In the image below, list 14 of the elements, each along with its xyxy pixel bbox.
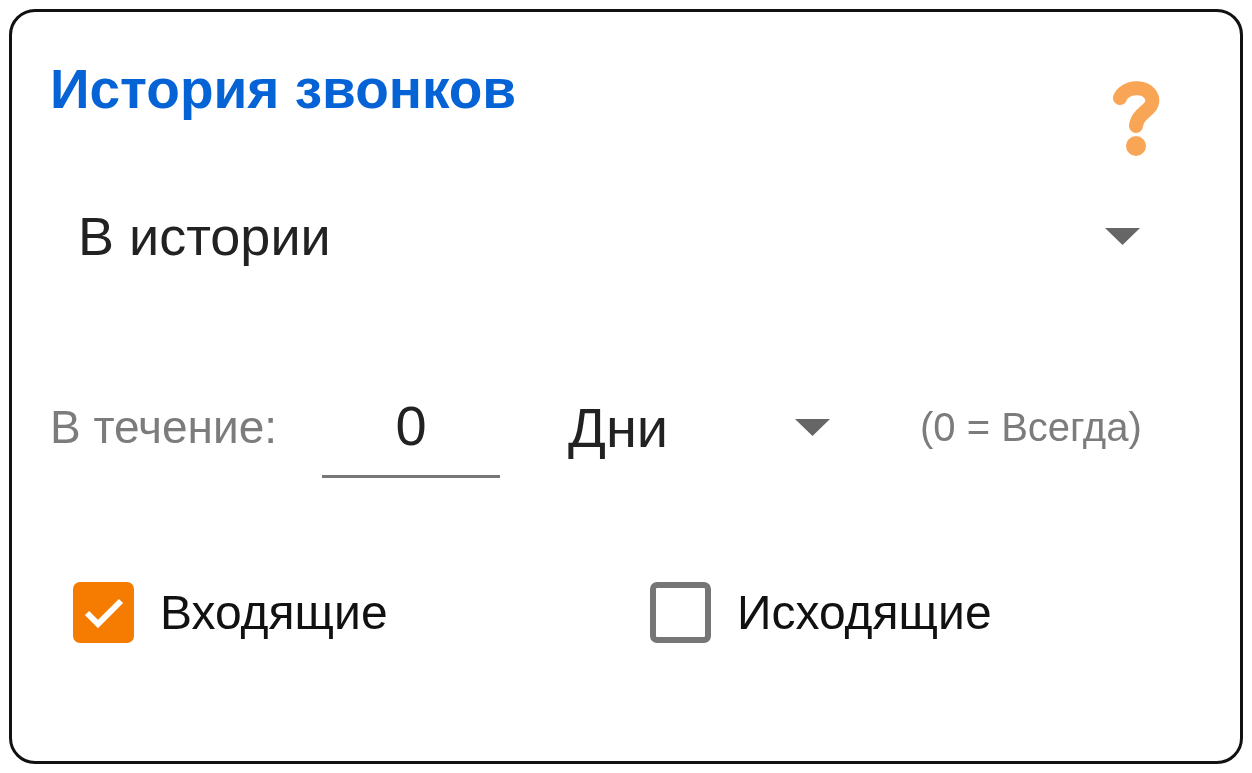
section-title: История звонков bbox=[50, 58, 517, 120]
checkbox-label: Входящие bbox=[160, 585, 388, 640]
days-input-field[interactable]: 0 bbox=[322, 392, 500, 478]
period-label: В течение: bbox=[50, 400, 279, 454]
checkbox[interactable] bbox=[73, 582, 134, 643]
check-icon bbox=[83, 597, 124, 628]
checkbox-label: Исходящие bbox=[737, 585, 992, 640]
caret-icon bbox=[1105, 227, 1140, 245]
unit-dropdown[interactable]: Дни bbox=[568, 394, 830, 460]
hint-text: (0 = Всегда) bbox=[920, 404, 1142, 450]
question-mark-icon[interactable] bbox=[1112, 80, 1160, 157]
checkbox[interactable] bbox=[650, 582, 711, 643]
caret-icon bbox=[795, 418, 830, 436]
history-dropdown[interactable]: В истории bbox=[78, 205, 1140, 267]
